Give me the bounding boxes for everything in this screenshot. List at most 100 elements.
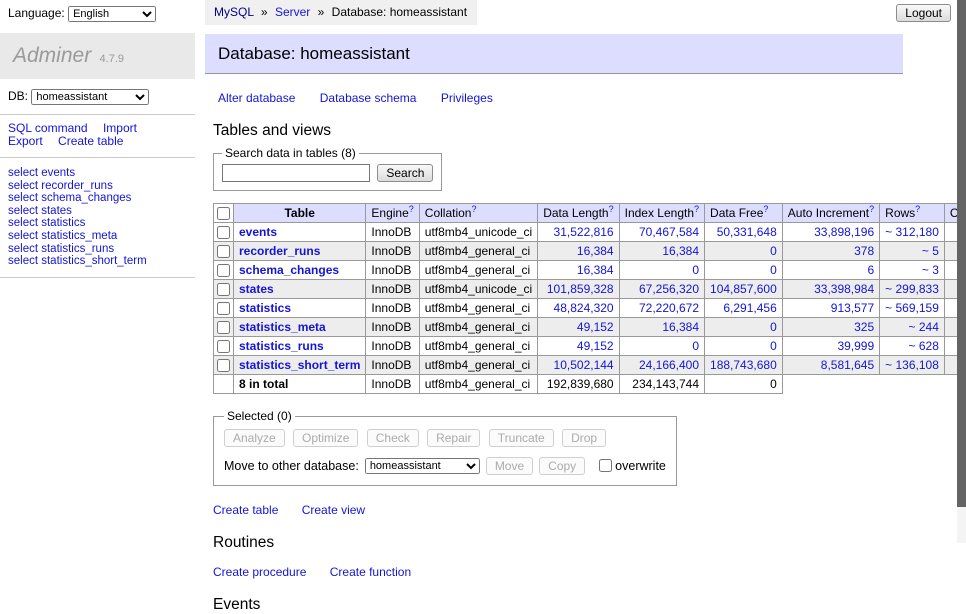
help-icon[interactable]: ? xyxy=(869,204,874,214)
data-free-link[interactable]: 104,857,600 xyxy=(710,282,777,296)
rows-count-link[interactable]: ~ 244 xyxy=(909,320,939,334)
index-length-link[interactable]: 24,166,400 xyxy=(639,358,699,372)
table-name-link[interactable]: recorder_runs xyxy=(239,244,320,258)
rows-count-link[interactable]: ~ 628 xyxy=(909,339,939,353)
optimize-button[interactable]: Optimize xyxy=(293,429,358,447)
truncate-button[interactable]: Truncate xyxy=(489,429,554,447)
data-length-link[interactable]: 16,384 xyxy=(577,263,614,277)
data-length-link[interactable]: 48,824,320 xyxy=(554,301,614,315)
scrollbar-thumb[interactable] xyxy=(957,0,966,507)
data-free-link[interactable]: 0 xyxy=(770,244,777,258)
table-name-link[interactable]: states xyxy=(239,282,274,296)
logout-button[interactable]: Logout xyxy=(896,4,951,22)
create-table-link[interactable]: Create table xyxy=(58,134,123,148)
index-length-link[interactable]: 70,467,584 xyxy=(639,225,699,239)
adminer-version-link[interactable]: 4.7.9 xyxy=(100,53,124,65)
data-free-link[interactable]: 0 xyxy=(770,320,777,334)
table-name-link[interactable]: statistics xyxy=(239,301,291,315)
index-length-link[interactable]: 72,220,672 xyxy=(639,301,699,315)
table-name-link[interactable]: statistics_runs xyxy=(239,339,324,353)
rows-count-link[interactable]: ~ 569,159 xyxy=(885,301,939,315)
auto-increment-link[interactable]: 913,577 xyxy=(831,301,874,315)
select-all-checkbox[interactable] xyxy=(217,207,230,220)
sidebar-item-select-statistics[interactable]: select statistics xyxy=(8,217,195,230)
rows-count-link[interactable]: ~ 312,180 xyxy=(885,225,939,239)
create-procedure-link[interactable]: Create procedure xyxy=(213,565,306,579)
data-free-link[interactable]: 188,743,680 xyxy=(710,358,777,372)
export-link[interactable]: Export xyxy=(8,134,43,148)
index-length-link[interactable]: 0 xyxy=(692,263,699,277)
help-icon[interactable]: ? xyxy=(409,204,414,214)
import-link[interactable]: Import xyxy=(103,121,137,135)
analyze-button[interactable]: Analyze xyxy=(224,429,285,447)
overwrite-checkbox[interactable] xyxy=(599,459,612,472)
auto-increment-link[interactable]: 33,398,984 xyxy=(814,282,874,296)
rows-count-link[interactable]: ~ 3 xyxy=(922,263,939,277)
rows-count-link[interactable]: ~ 5 xyxy=(922,244,939,258)
help-icon[interactable]: ? xyxy=(471,204,476,214)
move-database-select[interactable]: homeassistant xyxy=(365,458,480,474)
create-view-link[interactable]: Create view xyxy=(302,503,365,517)
data-length-link[interactable]: 49,152 xyxy=(577,320,614,334)
help-icon[interactable]: ? xyxy=(915,204,920,214)
sidebar-item-select-events[interactable]: select events xyxy=(8,167,195,180)
data-free-link[interactable]: 6,291,456 xyxy=(723,301,776,315)
data-length-link[interactable]: 49,152 xyxy=(577,339,614,353)
help-icon[interactable]: ? xyxy=(694,204,699,214)
help-icon[interactable]: ? xyxy=(763,204,768,214)
move-button[interactable]: Move xyxy=(486,457,533,475)
index-length-link[interactable]: 16,384 xyxy=(662,244,699,258)
auto-increment-link[interactable]: 6 xyxy=(867,263,874,277)
row-checkbox[interactable] xyxy=(217,302,230,315)
search-input[interactable] xyxy=(222,164,370,182)
sidebar-item-select-statistics-short-term[interactable]: select statistics_short_term xyxy=(8,255,195,268)
data-length-link[interactable]: 16,384 xyxy=(577,244,614,258)
sidebar-item-select-statistics-runs[interactable]: select statistics_runs xyxy=(8,243,195,256)
row-checkbox[interactable] xyxy=(217,245,230,258)
sidebar-item-select-recorder-runs[interactable]: select recorder_runs xyxy=(8,180,195,193)
auto-increment-link[interactable]: 378 xyxy=(854,244,874,258)
create-table-link-main[interactable]: Create table xyxy=(213,503,278,517)
privileges-link[interactable]: Privileges xyxy=(441,91,493,105)
language-select[interactable]: English xyxy=(68,6,156,22)
row-checkbox[interactable] xyxy=(217,359,230,372)
row-checkbox[interactable] xyxy=(217,264,230,277)
row-checkbox[interactable] xyxy=(217,283,230,296)
alter-database-link[interactable]: Alter database xyxy=(218,91,295,105)
index-length-link[interactable]: 16,384 xyxy=(662,320,699,334)
table-name-link[interactable]: statistics_short_term xyxy=(239,358,360,372)
data-length-link[interactable]: 31,522,816 xyxy=(554,225,614,239)
search-button[interactable]: Search xyxy=(377,164,433,182)
breadcrumb-server-link[interactable]: Server xyxy=(275,5,310,19)
index-length-link[interactable]: 67,256,320 xyxy=(639,282,699,296)
db-select[interactable]: homeassistant xyxy=(31,89,149,105)
rows-count-link[interactable]: ~ 299,833 xyxy=(885,282,939,296)
rows-count-link[interactable]: ~ 136,108 xyxy=(885,358,939,372)
create-function-link[interactable]: Create function xyxy=(330,565,411,579)
repair-button[interactable]: Repair xyxy=(427,429,480,447)
data-length-link[interactable]: 10,502,144 xyxy=(554,358,614,372)
row-checkbox[interactable] xyxy=(217,226,230,239)
data-free-link[interactable]: 0 xyxy=(770,339,777,353)
database-schema-link[interactable]: Database schema xyxy=(320,91,417,105)
page-scrollbar[interactable] xyxy=(957,0,966,543)
data-length-link[interactable]: 101,859,328 xyxy=(547,282,614,296)
index-length-link[interactable]: 0 xyxy=(692,339,699,353)
sidebar-item-select-states[interactable]: select states xyxy=(8,205,195,218)
data-free-link[interactable]: 50,331,648 xyxy=(717,225,777,239)
auto-increment-link[interactable]: 325 xyxy=(854,320,874,334)
sidebar-item-select-statistics-meta[interactable]: select statistics_meta xyxy=(8,230,195,243)
breadcrumb-mysql-link[interactable]: MySQL xyxy=(214,5,254,19)
drop-button[interactable]: Drop xyxy=(562,429,606,447)
auto-increment-link[interactable]: 33,898,196 xyxy=(814,225,874,239)
data-free-link[interactable]: 0 xyxy=(770,263,777,277)
sql-command-link[interactable]: SQL command xyxy=(8,121,88,135)
check-button[interactable]: Check xyxy=(367,429,419,447)
help-icon[interactable]: ? xyxy=(609,204,614,214)
auto-increment-link[interactable]: 8,581,645 xyxy=(821,358,874,372)
row-checkbox[interactable] xyxy=(217,321,230,334)
sidebar-item-select-schema-changes[interactable]: select schema_changes xyxy=(8,192,195,205)
auto-increment-link[interactable]: 39,999 xyxy=(837,339,874,353)
copy-button[interactable]: Copy xyxy=(539,457,585,475)
table-name-link[interactable]: events xyxy=(239,225,277,239)
